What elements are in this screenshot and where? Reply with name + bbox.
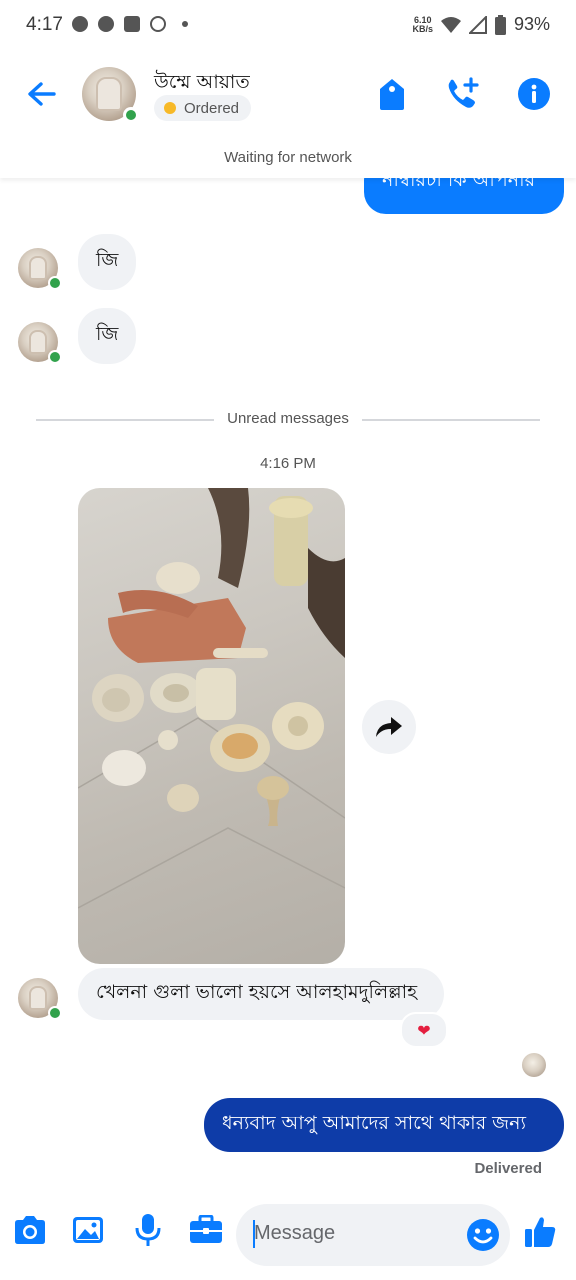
emoji-button[interactable] <box>466 1218 500 1252</box>
info-icon <box>518 78 550 110</box>
gallery-button[interactable] <box>70 1212 106 1248</box>
call-button[interactable] <box>444 76 480 112</box>
status-dot-icon <box>164 102 176 114</box>
signal-icon <box>468 15 487 34</box>
add-call-icon <box>448 77 479 108</box>
business-tools-button[interactable] <box>188 1212 224 1248</box>
camera-icon <box>15 1216 45 1244</box>
network-status-banner: Waiting for network <box>0 142 576 178</box>
divider-line-right <box>362 419 540 421</box>
info-button[interactable] <box>516 76 552 112</box>
voice-button[interactable] <box>130 1212 166 1248</box>
incoming-message-bubble[interactable]: খেলনা গুলা ভালো হয়সে আলহামদুলিল্লাহ <box>78 968 444 1020</box>
status-time: 4:17 <box>26 14 63 35</box>
message-input[interactable]: Message <box>236 1204 510 1266</box>
delivery-status: Delivered <box>474 1160 542 1177</box>
briefcase-icon <box>190 1215 222 1243</box>
back-button[interactable] <box>24 76 60 112</box>
sender-avatar[interactable] <box>18 322 62 364</box>
contact-avatar[interactable] <box>82 67 139 123</box>
camera-button[interactable] <box>12 1212 48 1248</box>
forward-arrow-icon <box>376 717 402 737</box>
message-text: ধন্যবাদ আপু আমাদের সাথে থাকার জন্য <box>222 1112 527 1134</box>
network-speed-unit: KB/s <box>412 23 433 34</box>
message-text: খেলনা গুলা ভালো হয়সে আলহামদুলিল্লাহ <box>96 981 418 1003</box>
system-icons: 6.10 KB/s 93% <box>412 14 550 35</box>
avatar-figure <box>29 330 47 354</box>
avatar-figure <box>96 77 122 111</box>
emoji-icon <box>467 1219 499 1251</box>
messenger-notification-icon <box>72 16 88 32</box>
message-placeholder: Message <box>254 1222 336 1244</box>
online-indicator <box>123 107 139 123</box>
message-text: জি <box>96 323 119 345</box>
thumbs-up-icon <box>525 1217 556 1247</box>
heart-reaction[interactable]: ❤ <box>400 1012 448 1048</box>
messenger-notification-icon-2 <box>98 16 114 32</box>
outgoing-message-bubble[interactable]: ধন্যবাদ আপু আমাদের সাথে থাকার জন্য <box>204 1098 564 1152</box>
tag-icon <box>380 79 404 110</box>
online-indicator <box>48 276 62 290</box>
forward-button[interactable] <box>362 700 416 754</box>
incoming-message-bubble[interactable]: জি <box>78 308 136 364</box>
toys-photo <box>78 488 345 909</box>
message-text: জি <box>96 249 119 271</box>
incoming-message-bubble[interactable]: জি <box>78 234 136 290</box>
gallery-icon <box>73 1217 103 1243</box>
order-status-chip[interactable]: Ordered <box>154 95 252 121</box>
seen-avatar <box>522 1053 546 1077</box>
order-status-label: Ordered <box>184 99 240 117</box>
battery-icon <box>494 14 506 35</box>
avatar-figure <box>29 256 47 280</box>
message-composer: Message <box>0 1196 576 1280</box>
sender-avatar[interactable] <box>18 978 62 1020</box>
network-speed: 6.10 KB/s <box>412 15 433 34</box>
status-bar: 4:17 6.10 KB/s 93% <box>0 0 576 52</box>
avatar-figure <box>29 986 47 1010</box>
label-button[interactable] <box>374 76 410 112</box>
notification-icons <box>72 16 188 32</box>
unread-divider: Unread messages <box>36 408 540 430</box>
battery-percentage: 93% <box>513 14 550 34</box>
microphone-icon <box>135 1214 161 1246</box>
heart-icon: ❤ <box>417 1020 431 1040</box>
online-indicator <box>48 350 62 364</box>
conversation-header: উম্মে আয়াত Ordered <box>0 52 576 142</box>
message-timestamp: 4:16 PM <box>260 455 316 472</box>
back-arrow-icon <box>28 82 56 106</box>
wifi-icon <box>440 16 461 33</box>
app-notification-icon <box>124 16 140 32</box>
like-button[interactable] <box>522 1214 558 1250</box>
play-notification-icon <box>150 16 166 32</box>
sender-avatar[interactable] <box>18 248 62 290</box>
online-indicator <box>48 1006 62 1020</box>
more-notifications-icon <box>182 21 188 27</box>
photo-attachment[interactable] <box>78 488 345 964</box>
